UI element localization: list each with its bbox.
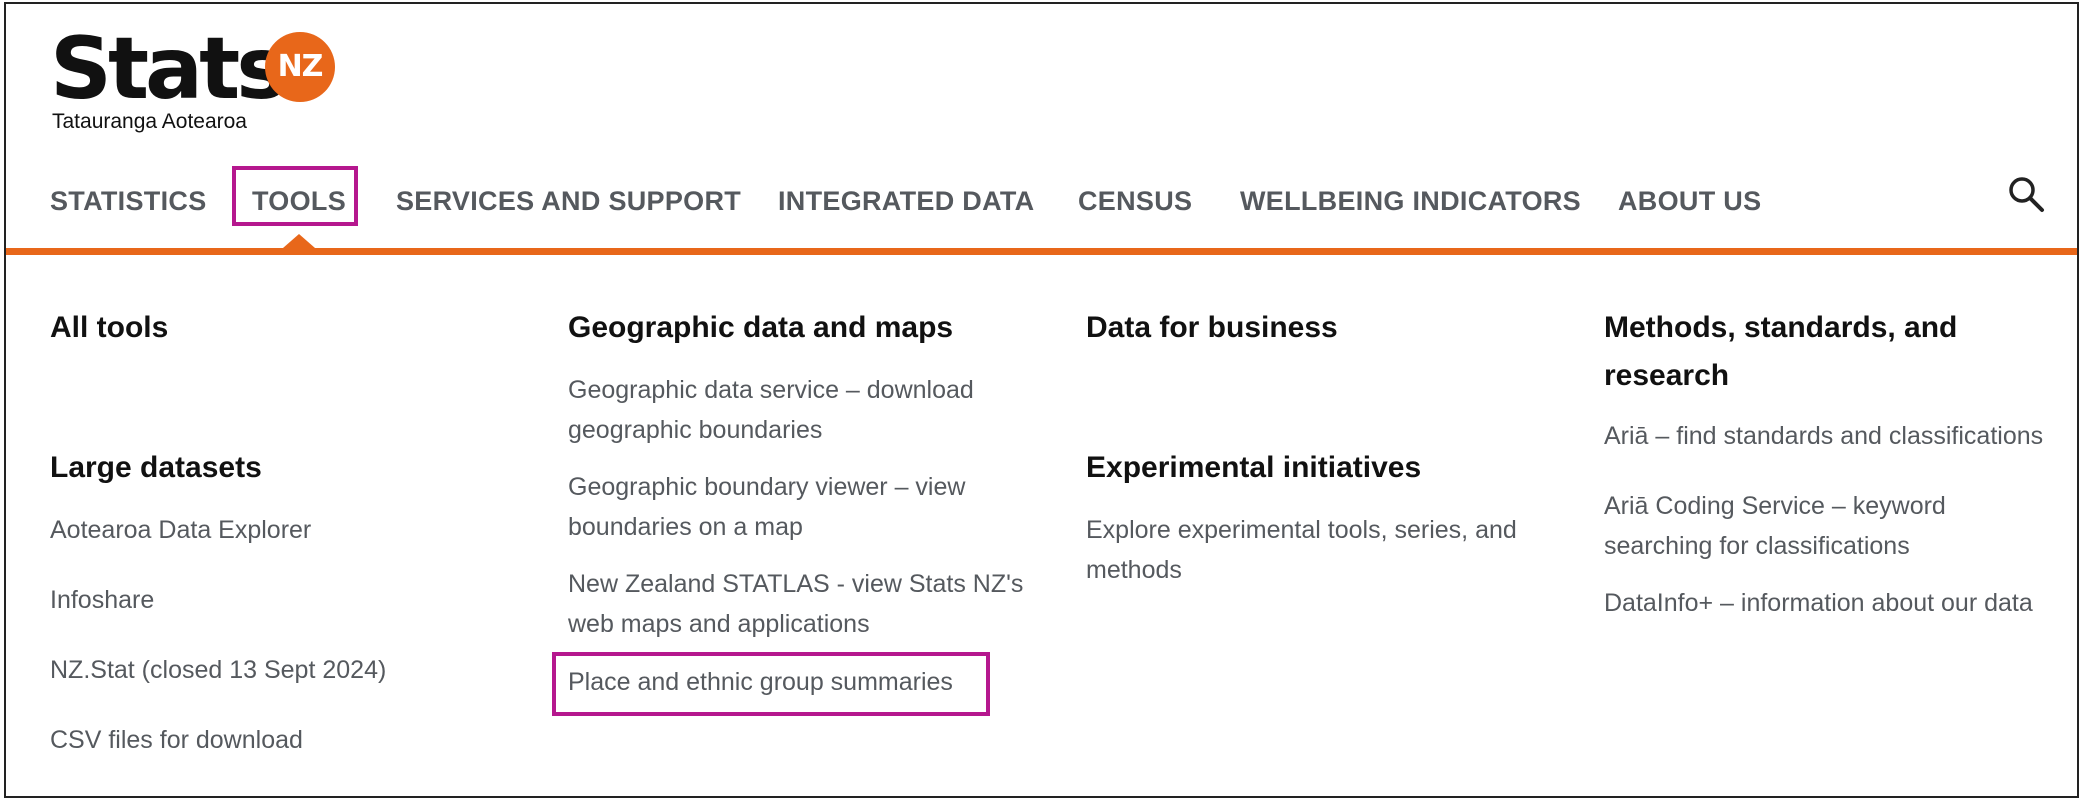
nav-census[interactable]: CENSUS	[1078, 186, 1192, 217]
logo-tagline: Tatauranga Aotearoa	[52, 110, 247, 133]
nav-wellbeing-indicators[interactable]: WELLBEING INDICATORS	[1240, 186, 1581, 217]
link-explore-experimental[interactable]: Explore experimental tools, series, and …	[1086, 510, 1556, 590]
link-csv-files[interactable]: CSV files for download	[50, 720, 303, 760]
nav-integrated-data[interactable]: INTEGRATED DATA	[778, 186, 1034, 217]
page-frame: Stats NZ Tatauranga Aotearoa STATISTICS …	[4, 2, 2079, 798]
heading-methods-standards-research[interactable]: Methods, standards, and research	[1604, 304, 2024, 400]
nav-statistics[interactable]: STATISTICS	[50, 186, 207, 217]
link-geographic-boundary-viewer[interactable]: Geographic boundary viewer – view bounda…	[568, 467, 998, 547]
heading-experimental-initiatives[interactable]: Experimental initiatives	[1086, 444, 1421, 492]
heading-data-for-business[interactable]: Data for business	[1086, 304, 1338, 352]
place-summaries-highlight-box	[552, 652, 990, 716]
tools-highlight-box	[232, 166, 358, 226]
heading-all-tools[interactable]: All tools	[50, 304, 168, 352]
link-geographic-data-service[interactable]: Geographic data service – download geogr…	[568, 370, 1038, 450]
active-nav-caret	[283, 234, 315, 248]
search-icon[interactable]	[2006, 174, 2046, 214]
link-nz-statlas[interactable]: New Zealand STATLAS - view Stats NZ's we…	[568, 564, 1058, 644]
heading-large-datasets[interactable]: Large datasets	[50, 444, 262, 492]
nav-underline-bar	[6, 248, 2077, 255]
logo-wordmark: Stats	[50, 19, 287, 119]
link-aria-standards[interactable]: Ariā – find standards and classification…	[1604, 416, 2074, 456]
main-nav: STATISTICS TOOLS SERVICES AND SUPPORT IN…	[6, 164, 2077, 248]
stats-nz-logo[interactable]: Stats NZ Tatauranga Aotearoa	[50, 26, 350, 136]
logo-nz-badge: NZ	[265, 32, 335, 102]
nav-about-us[interactable]: ABOUT US	[1618, 186, 1761, 217]
link-aria-coding-service[interactable]: Ariā Coding Service – keyword searching …	[1604, 486, 2004, 566]
link-datainfo-plus[interactable]: DataInfo+ – information about our data	[1604, 583, 2074, 623]
link-aotearoa-data-explorer[interactable]: Aotearoa Data Explorer	[50, 510, 311, 550]
heading-geographic-data-and-maps[interactable]: Geographic data and maps	[568, 304, 953, 352]
link-infoshare[interactable]: Infoshare	[50, 580, 154, 620]
nav-services-and-support[interactable]: SERVICES AND SUPPORT	[396, 186, 741, 217]
link-nz-stat[interactable]: NZ.Stat (closed 13 Sept 2024)	[50, 650, 386, 690]
